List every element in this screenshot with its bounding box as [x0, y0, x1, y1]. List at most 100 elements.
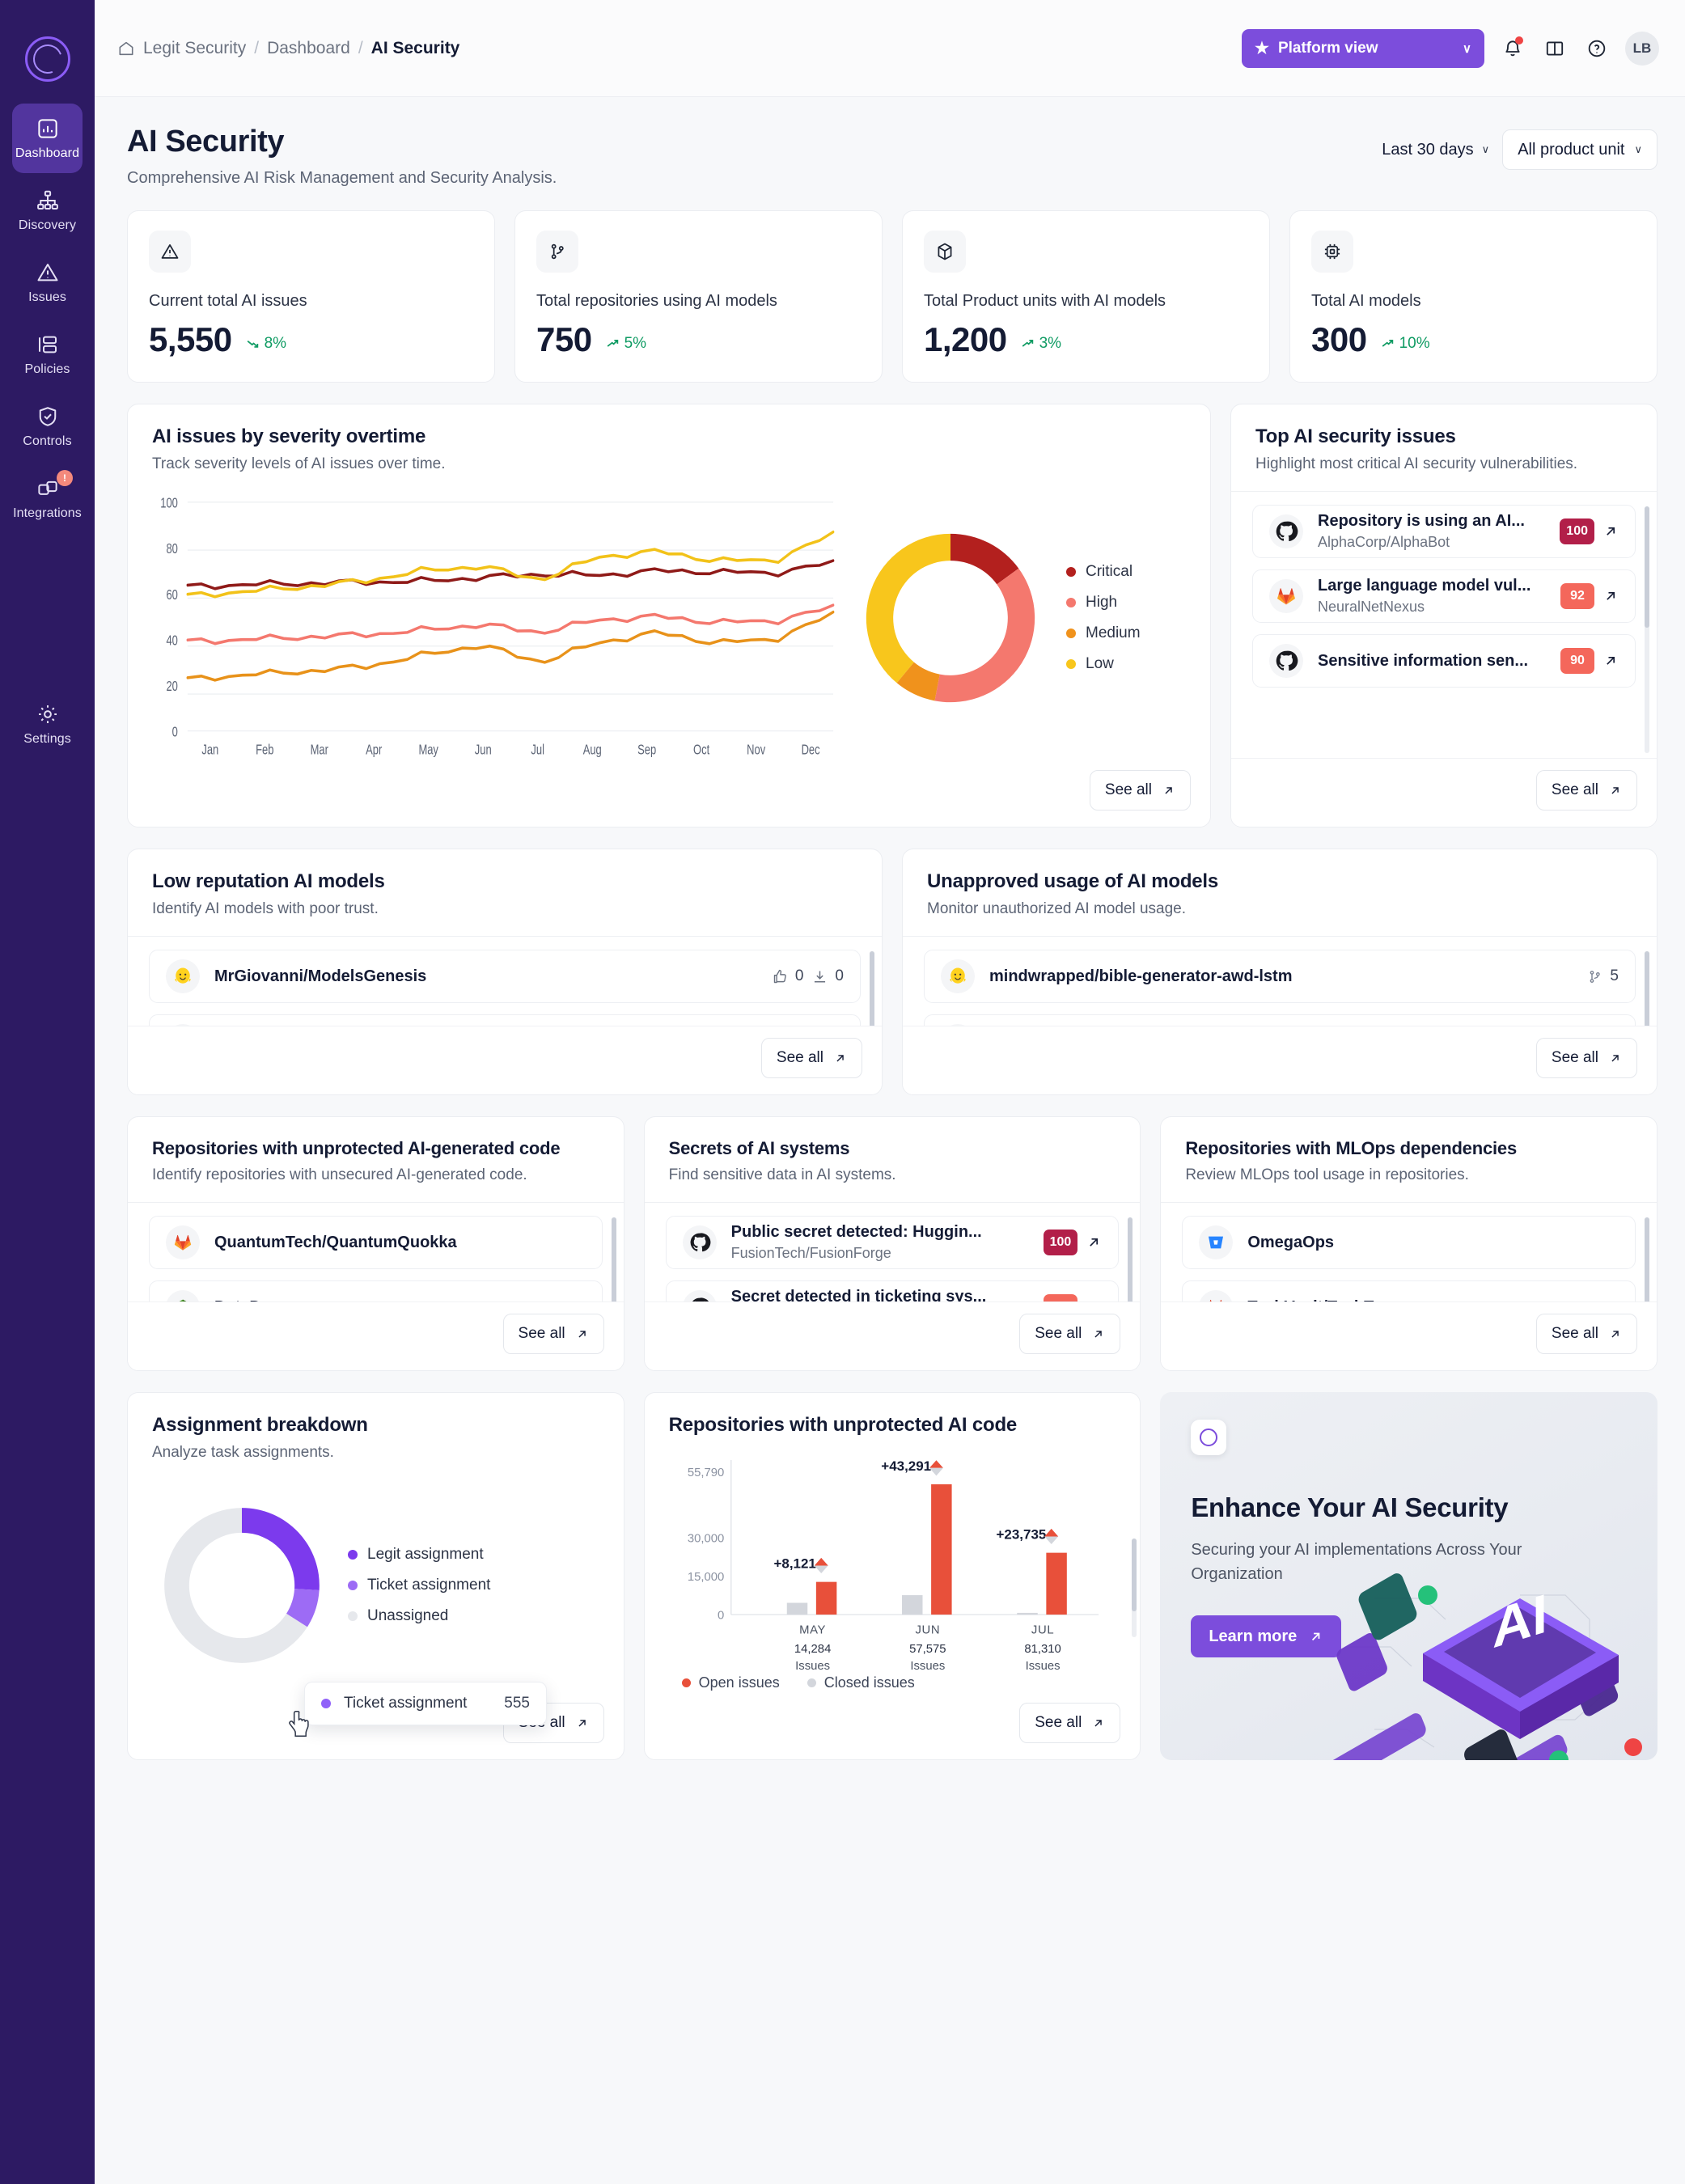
category-total: 57,575 — [909, 1643, 946, 1656]
notifications-button[interactable] — [1499, 35, 1526, 62]
external-link-icon[interactable] — [1086, 1299, 1102, 1302]
top-ai-security-issues-card: Top AI security issues Highlight most cr… — [1230, 404, 1657, 827]
date-range-filter[interactable]: Last 30 days ∨ — [1382, 141, 1489, 159]
list-item[interactable]: mindwrapped/bible-generator-awd-lstm 5 — [924, 950, 1636, 1003]
list-item[interactable]: MrGiovanni/ModelsGenesis 0 0 — [149, 950, 861, 1003]
assignment-donut-chart[interactable] — [149, 1492, 335, 1678]
kpi-delta: 8% — [245, 335, 286, 353]
secrets-card: Secrets of AI systems Find sensitive dat… — [644, 1116, 1141, 1371]
x-axis-tick: Oct — [693, 743, 710, 758]
sidebar-item-issues[interactable]: Issues — [12, 248, 83, 317]
bar-annotation: +43,291 — [881, 1458, 931, 1474]
github-icon — [683, 1290, 717, 1302]
see-all-button[interactable]: See all — [1090, 770, 1191, 811]
breadcrumb-section[interactable]: Dashboard — [267, 39, 350, 58]
breadcrumb-separator: / — [358, 39, 363, 58]
bar-open-jun[interactable] — [931, 1484, 951, 1615]
donut-slice-low[interactable] — [866, 533, 950, 682]
see-all-button[interactable]: See all — [1536, 770, 1637, 811]
external-link-icon[interactable] — [1602, 653, 1619, 669]
bar-closed-jun[interactable] — [902, 1595, 922, 1615]
assignment-legend: Legit assignment Ticket assignment Unass… — [348, 1546, 490, 1625]
scrollbar[interactable] — [1128, 1217, 1133, 1297]
sidebar-item-policies[interactable]: Policies — [12, 320, 83, 389]
github-icon — [683, 1225, 717, 1259]
sidebar-item-dashboard[interactable]: Dashboard — [12, 104, 83, 173]
bar-closed-jul[interactable] — [1017, 1613, 1037, 1615]
sidebar-item-label: Discovery — [19, 218, 76, 233]
scrollbar[interactable] — [1645, 506, 1649, 753]
item-name: DataDynamo — [214, 1298, 571, 1302]
donut-slice-legit-assignment[interactable] — [242, 1508, 320, 1590]
y-axis-tick: 60 — [166, 587, 178, 603]
legend-color-dot — [348, 1611, 358, 1621]
sidebar-item-settings[interactable]: Settings — [12, 689, 83, 759]
secrets-list: Public secret detected: Huggin... Fusion… — [645, 1203, 1141, 1302]
scrollbar[interactable] — [870, 951, 874, 1021]
legend-color-dot — [1066, 629, 1076, 638]
policy-list-icon — [36, 332, 60, 357]
see-all-button[interactable]: See all — [503, 1314, 604, 1354]
list-item[interactable]: TechVault/TechTrove — [1182, 1280, 1636, 1302]
sidebar-item-label: Settings — [23, 732, 71, 747]
see-all-button[interactable]: See all — [1536, 1038, 1637, 1078]
donut-slice-high[interactable] — [934, 568, 1035, 701]
breadcrumb-org[interactable]: Legit Security — [143, 39, 246, 58]
learn-more-button[interactable]: Learn more — [1191, 1615, 1341, 1657]
platform-view-button[interactable]: ★ Platform view ∨ — [1242, 29, 1484, 68]
bar-open-jul[interactable] — [1046, 1553, 1066, 1615]
legit-security-logo[interactable] — [0, 15, 95, 104]
list-item[interactable]: OmegaOps — [1182, 1216, 1636, 1269]
x-axis-tick: May — [418, 743, 438, 758]
item-name: QuantumTech/QuantumQuokka — [214, 1234, 571, 1252]
status-badge: 96 — [1044, 1294, 1077, 1302]
list-item[interactable]: lllyasviel/CotrolNet 15 — [924, 1014, 1636, 1026]
see-all-button[interactable]: See all — [1019, 1703, 1120, 1743]
product-unit-filter[interactable]: All product unit ∨ — [1502, 129, 1657, 170]
scrollbar[interactable] — [1645, 951, 1649, 1021]
legend-color-dot — [807, 1678, 816, 1687]
scrollbar[interactable] — [1645, 1217, 1649, 1297]
sidebar-item-discovery[interactable]: Discovery — [12, 176, 83, 245]
list-item[interactable]: DataDynamo — [149, 1280, 603, 1302]
external-link-icon[interactable] — [1086, 1234, 1102, 1251]
list-item[interactable]: Large language model vul... NeuralNetNex… — [1252, 569, 1636, 623]
list-item[interactable]: Secret detected in ticketing sys... Pixe… — [666, 1280, 1120, 1302]
branches-count: 5 — [1610, 967, 1619, 985]
list-item[interactable]: Sensitive information sen... 90 — [1252, 634, 1636, 688]
external-link-icon[interactable] — [1602, 588, 1619, 604]
bar-closed-may[interactable] — [786, 1603, 807, 1615]
unapproved-usage-list: mindwrapped/bible-generator-awd-lstm 5 l… — [903, 937, 1657, 1026]
docs-button[interactable] — [1541, 35, 1569, 62]
list-item[interactable]: Public secret detected: Huggin... Fusion… — [666, 1216, 1120, 1269]
sidebar-item-controls[interactable]: Controls — [12, 392, 83, 461]
promo-banner: Enhance Your AI Security Securing your A… — [1160, 1392, 1657, 1760]
list-item[interactable]: QuantumTech/QuantumQuokka — [149, 1216, 603, 1269]
see-all-button[interactable]: See all — [1019, 1314, 1120, 1354]
kpi-value: 1,200 — [924, 320, 1007, 359]
list-item[interactable]: andreaskoepf/oasst-rm 0 2 — [149, 1014, 861, 1026]
card-footer: See all — [1231, 758, 1657, 827]
scrollbar[interactable] — [612, 1217, 616, 1297]
avatar[interactable]: LB — [1625, 32, 1659, 66]
see-all-button[interactable]: See all — [761, 1038, 862, 1078]
product-unit-value: All product unit — [1518, 141, 1624, 159]
scrollbar[interactable] — [1132, 1539, 1137, 1637]
legend-color-dot — [1066, 598, 1076, 607]
shield-check-icon — [36, 404, 60, 429]
kpi-card-current-total-ai-issues: Current total AI issues 5,550 8% — [127, 210, 495, 383]
bar-open-may[interactable] — [816, 1582, 836, 1615]
list-item[interactable]: Repository is using an AI... AlphaCorp/A… — [1252, 505, 1636, 558]
legend-color-dot — [1066, 567, 1076, 577]
y-axis-tick: 55,790 — [687, 1467, 723, 1479]
legend-label: High — [1086, 594, 1117, 612]
card-subtitle: Track severity levels of AI issues over … — [152, 455, 1186, 473]
sidebar-item-integrations[interactable]: ! Integrations — [12, 463, 83, 533]
card-title: Assignment breakdown — [152, 1414, 599, 1437]
x-axis-tick: Feb — [256, 743, 274, 758]
help-button[interactable] — [1583, 35, 1611, 62]
kpi-label: Total Product units with AI models — [924, 292, 1248, 311]
issue-repository: NeuralNetNexus — [1318, 599, 1546, 616]
external-link-icon[interactable] — [1602, 523, 1619, 540]
see-all-button[interactable]: See all — [1536, 1314, 1637, 1354]
